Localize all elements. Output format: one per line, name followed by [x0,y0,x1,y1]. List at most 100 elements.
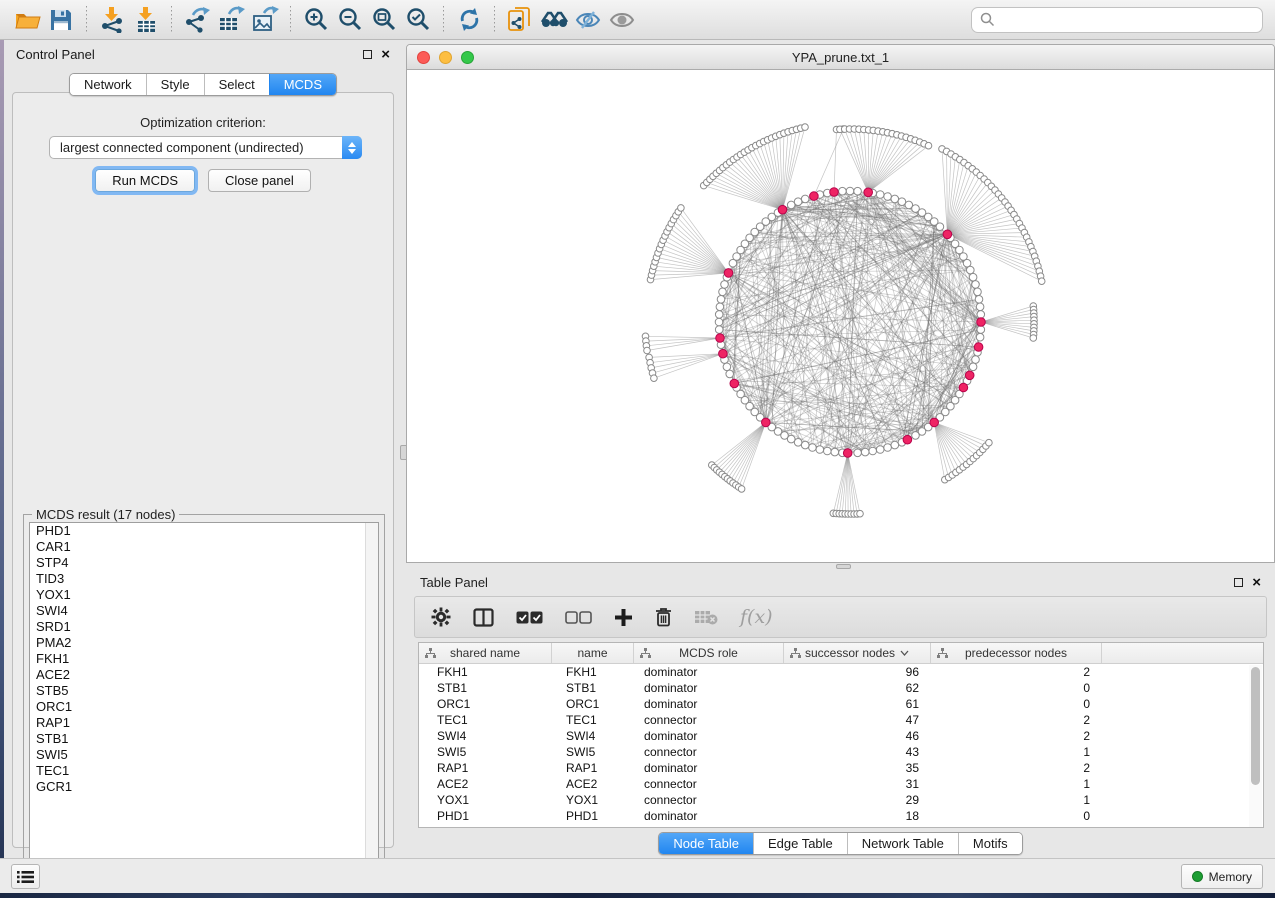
tab-select[interactable]: Select [204,74,269,95]
cell: 1 [931,792,1102,808]
table-panel-title: Table Panel [420,575,488,590]
mcds-result-item[interactable]: SRD1 [30,619,378,635]
table-scrollbar-thumb[interactable] [1251,667,1260,785]
table-row[interactable]: TEC1TEC1connector472 [419,712,1263,728]
mcds-result-item[interactable]: PMA2 [30,635,378,651]
mcds-result-item[interactable]: PHD1 [30,523,378,539]
memory-button[interactable]: Memory [1181,864,1263,889]
close-panel-icon[interactable]: × [381,50,390,59]
desktop-wallpaper-bottom [0,893,1275,898]
column-header-name[interactable]: name [552,643,634,663]
mcds-result-item[interactable]: SWI4 [30,603,378,619]
tab-mcds[interactable]: MCDS [269,74,336,95]
table-header: shared namenameMCDS rolesuccessor nodesp… [419,643,1263,664]
table-row[interactable]: FKH1FKH1dominator962 [419,664,1263,680]
table-scrollbar[interactable] [1249,665,1262,827]
export-table-icon[interactable] [214,4,248,36]
table-panel: Table Panel × f(x) shared namenameMCD [406,570,1275,858]
cell: connector [634,776,784,792]
mcds-result-item[interactable]: FKH1 [30,651,378,667]
mcds-result-item[interactable]: STP4 [30,555,378,571]
cell: 2 [931,664,1102,680]
column-header-predecessor-nodes[interactable]: predecessor nodes [931,643,1102,663]
run-mcds-button[interactable]: Run MCDS [95,169,195,192]
mcds-result-item[interactable]: TEC1 [30,763,378,779]
show-column-panel-icon[interactable] [473,608,494,627]
tab-network[interactable]: Network [70,74,146,95]
mcds-result-item[interactable]: YOX1 [30,587,378,603]
table-row[interactable]: SWI4SWI4dominator462 [419,728,1263,744]
export-network-icon[interactable] [180,4,214,36]
mcds-list-scrollbar[interactable] [365,523,378,879]
select-all-columns-icon[interactable] [516,611,543,624]
search-input[interactable] [995,12,1254,27]
tab-style[interactable]: Style [146,74,204,95]
horizontal-splitter-handle[interactable] [836,564,851,569]
open-session-icon[interactable] [10,4,44,36]
table-row[interactable]: STB1STB1dominator620 [419,680,1263,696]
cell: 2 [931,728,1102,744]
main-toolbar [0,0,1275,40]
mcds-result-item[interactable]: SWI5 [30,747,378,763]
refresh-layout-icon[interactable] [452,4,486,36]
save-session-icon[interactable] [44,4,78,36]
table-row[interactable]: RAP1RAP1dominator352 [419,760,1263,776]
table-row[interactable]: ACE2ACE2connector311 [419,776,1263,792]
zoom-in-icon[interactable] [299,4,333,36]
table-tab-node-table[interactable]: Node Table [659,833,753,854]
optimization-criterion-dropdown[interactable]: largest connected component (undirected) [49,136,362,159]
table-row[interactable]: ORC1ORC1dominator610 [419,696,1263,712]
network-graph[interactable] [407,70,1275,563]
cell: 2 [931,712,1102,728]
column-header-successor-nodes[interactable]: successor nodes [784,643,931,663]
network-window-titlebar[interactable]: YPA_prune.txt_1 [407,45,1274,70]
table-tab-edge-table[interactable]: Edge Table [753,833,847,854]
zoom-out-icon[interactable] [333,4,367,36]
import-network-icon[interactable] [95,4,129,36]
search-network-icon[interactable] [537,4,571,36]
mcds-result-list[interactable]: PHD1CAR1STP4TID3YOX1SWI4SRD1PMA2FKH1ACE2… [29,522,379,880]
show-details-icon[interactable] [605,4,639,36]
control-panel: Control Panel × NetworkStyleSelectMCDS O… [4,40,402,858]
float-panel-icon[interactable] [363,50,372,59]
share-document-icon[interactable] [503,4,537,36]
export-image-icon[interactable] [248,4,282,36]
mcds-result-item[interactable]: TID3 [30,571,378,587]
deselect-all-columns-icon[interactable] [565,611,592,624]
cell: ACE2 [552,776,634,792]
cell: ACE2 [419,776,552,792]
function-builder-icon[interactable]: f(x) [740,606,773,628]
hide-details-icon[interactable] [571,4,605,36]
create-column-icon[interactable] [614,608,633,627]
table-row[interactable]: SWI5SWI5connector431 [419,744,1263,760]
table-row[interactable]: YOX1YOX1connector291 [419,792,1263,808]
mcds-result-item[interactable]: ACE2 [30,667,378,683]
mcds-result-item[interactable]: STB5 [30,683,378,699]
cell: dominator [634,728,784,744]
cell: ORC1 [552,696,634,712]
table-row[interactable]: PHD1PHD1dominator180 [419,808,1263,824]
column-header-shared-name[interactable]: shared name [419,643,552,663]
import-table-icon[interactable] [129,4,163,36]
column-header-MCDS-role[interactable]: MCDS role [634,643,784,663]
cell: TEC1 [552,712,634,728]
table-tab-motifs[interactable]: Motifs [958,833,1022,854]
cell: RAP1 [419,760,552,776]
close-panel-button[interactable]: Close panel [208,169,311,192]
mcds-result-item[interactable]: RAP1 [30,715,378,731]
zoom-selected-icon[interactable] [401,4,435,36]
mcds-result-item[interactable]: CAR1 [30,539,378,555]
delete-table-icon[interactable] [694,609,718,625]
horizontal-splitter[interactable] [406,563,1275,570]
float-table-panel-icon[interactable] [1234,578,1243,587]
table-settings-gear-icon[interactable] [431,607,451,627]
table-tab-network-table[interactable]: Network Table [847,833,958,854]
close-table-panel-icon[interactable]: × [1252,578,1261,587]
delete-column-icon[interactable] [655,607,672,627]
network-canvas[interactable] [407,70,1274,563]
mcds-result-item[interactable]: ORC1 [30,699,378,715]
mcds-result-item[interactable]: GCR1 [30,779,378,795]
zoom-fit-icon[interactable] [367,4,401,36]
mcds-result-item[interactable]: STB1 [30,731,378,747]
task-history-button[interactable] [11,864,40,889]
